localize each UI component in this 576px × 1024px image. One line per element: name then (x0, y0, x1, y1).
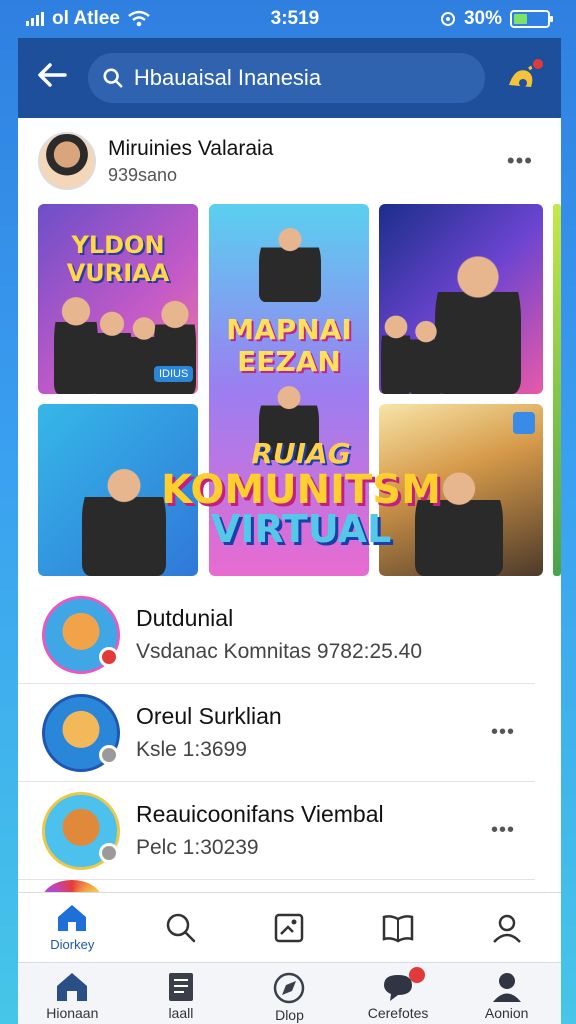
nav-account-label: Aonion (484, 1005, 529, 1021)
carrier-label: ol Atlee (52, 8, 120, 29)
tab-home[interactable]: Diorkey (32, 903, 112, 952)
nav-chat-label: Cerefotes (367, 1005, 429, 1021)
list-item-more-button[interactable]: ••• (491, 721, 515, 744)
tile-3-person (381, 308, 411, 394)
tab-profile[interactable] (467, 912, 547, 944)
gallery-next-peek[interactable] (553, 204, 561, 576)
person-icon (492, 973, 521, 1002)
back-arrow-icon (38, 63, 67, 87)
tab-search[interactable] (141, 912, 221, 944)
signal-icon (26, 12, 44, 26)
list-item-title: Dutdunial (136, 605, 234, 631)
list-item-text: Oreul Surklian Ksle 1:3699 (136, 703, 475, 762)
post-more-button[interactable]: ••• (499, 148, 541, 174)
clock: 3:519 (270, 8, 320, 29)
tab-library[interactable] (358, 913, 438, 943)
location-icon (440, 12, 455, 26)
nav-chat[interactable]: Cerefotes (353, 967, 443, 1021)
list-item-subtitle: Vsdanac Komnitas 9782:25.40 (136, 640, 423, 663)
wifi-icon (128, 10, 150, 27)
tile-1-caption: YLDON VURIAA (46, 231, 190, 287)
list-item[interactable]: Reauicoonifans Viembal Pelc 1:30239 ••• (18, 782, 535, 880)
post-meta: Miruinies Valaraia 939sano (108, 137, 487, 186)
tile-1-caption-line1: YLDON (71, 231, 165, 259)
home-icon (57, 973, 88, 1001)
list-item-title: Oreul Surklian (136, 703, 282, 729)
back-button[interactable] (32, 58, 72, 98)
gallery-tile-1[interactable]: YLDON VURIAA IDIUS (38, 204, 198, 394)
tile-2-caption-line1: MAPNAI (226, 313, 352, 346)
list-item-text: Reauicoonifans Viembal Pelc 1:30239 (136, 801, 475, 860)
search-box[interactable] (88, 53, 485, 103)
author-subtitle: 939sano (108, 164, 178, 185)
community-banner: RUIAG KOMUNITSM VIRTUAL (156, 437, 446, 551)
battery-percent: 30% (463, 8, 502, 29)
media-gallery: YLDON VURIAA IDIUS MAPNAI EEZAN RUIAG KO… (38, 204, 561, 576)
tile-1-caption-line2: VURIAA (66, 258, 170, 287)
list-item-subtitle: Pelc 1:30239 (136, 836, 259, 859)
chat-badge (409, 967, 426, 983)
list-item-subtitle: Ksle 1:3699 (136, 738, 247, 761)
book-heart-icon (382, 914, 414, 942)
list-item-title: Reauicoonifans Viembal (136, 801, 384, 827)
post-header: Miruinies Valaraia 939sano ••• (18, 118, 561, 204)
tab-home-label: Diorkey (50, 937, 95, 952)
tab-bar: Diorkey (18, 892, 561, 962)
photo-edit-icon (275, 913, 304, 942)
tile-2-caption: MAPNAI EEZAN (217, 313, 361, 379)
top-header (18, 38, 561, 118)
profile-icon (492, 914, 521, 943)
nav-feed[interactable]: laall (136, 971, 226, 1021)
list-item-more-button[interactable]: ••• (491, 819, 515, 842)
app-window: Miruinies Valaraia 939sano ••• YLDON VUR… (18, 38, 561, 1024)
search-input[interactable] (133, 65, 471, 91)
nav-explore-label: Dlop (275, 1007, 304, 1023)
author-name[interactable]: Miruinies Valaraia (108, 137, 487, 161)
search-icon (166, 913, 196, 942)
tile-5-corner-icon (513, 412, 535, 434)
notification-badge (531, 57, 545, 71)
nav-home-label: Hionaan (46, 1005, 99, 1021)
search-icon (103, 68, 123, 88)
tile-4-person (82, 460, 166, 576)
notification-button[interactable] (501, 55, 547, 101)
author-avatar[interactable] (38, 132, 96, 190)
nav-account[interactable]: Aonion (462, 971, 552, 1021)
nav-home[interactable]: Hionaan (27, 971, 117, 1021)
status-dot (99, 646, 119, 667)
battery-fill (514, 14, 527, 24)
battery-icon (510, 10, 553, 28)
status-left: ol Atlee (26, 8, 150, 30)
status-dot (99, 744, 119, 765)
nav-feed-label: laall (168, 1005, 194, 1021)
tab-create[interactable] (249, 912, 329, 944)
compass-icon (274, 972, 305, 1004)
status-bar: ol Atlee 3:519 30% (0, 0, 576, 38)
gallery-tile-3[interactable] (379, 204, 543, 394)
list-item-text: Dutdunial Vsdanac Komnitas 9782:25.40 (136, 605, 515, 664)
banner-line2: KOMUNITSM (161, 467, 441, 513)
status-right: 30% (440, 8, 553, 30)
list-item-avatar (42, 693, 120, 772)
home-icon (58, 905, 87, 931)
tile-3-person (435, 244, 521, 394)
tile-2-caption-line2: EEZAN (237, 345, 341, 379)
document-icon (168, 973, 193, 1001)
banner-line3: VIRTUAL (210, 507, 392, 551)
list-item[interactable]: Dutdunial Vsdanac Komnitas 9782:25.40 (18, 586, 535, 684)
list-item-avatar (42, 791, 120, 870)
tile-3-person (409, 314, 443, 394)
community-list: Dutdunial Vsdanac Komnitas 9782:25.40 Or… (18, 586, 561, 900)
list-item-avatar (42, 595, 120, 674)
banner-line1: RUIAG (251, 437, 351, 470)
bottom-nav: Hionaan laall Dlop Cerefotes Aonion (18, 962, 561, 1024)
list-item[interactable]: Oreul Surklian Ksle 1:3699 ••• (18, 684, 535, 782)
tile-2-person (259, 222, 321, 302)
status-dot (99, 842, 119, 863)
nav-explore[interactable]: Dlop (244, 971, 334, 1023)
tile-1-badge: IDIUS (154, 366, 194, 382)
